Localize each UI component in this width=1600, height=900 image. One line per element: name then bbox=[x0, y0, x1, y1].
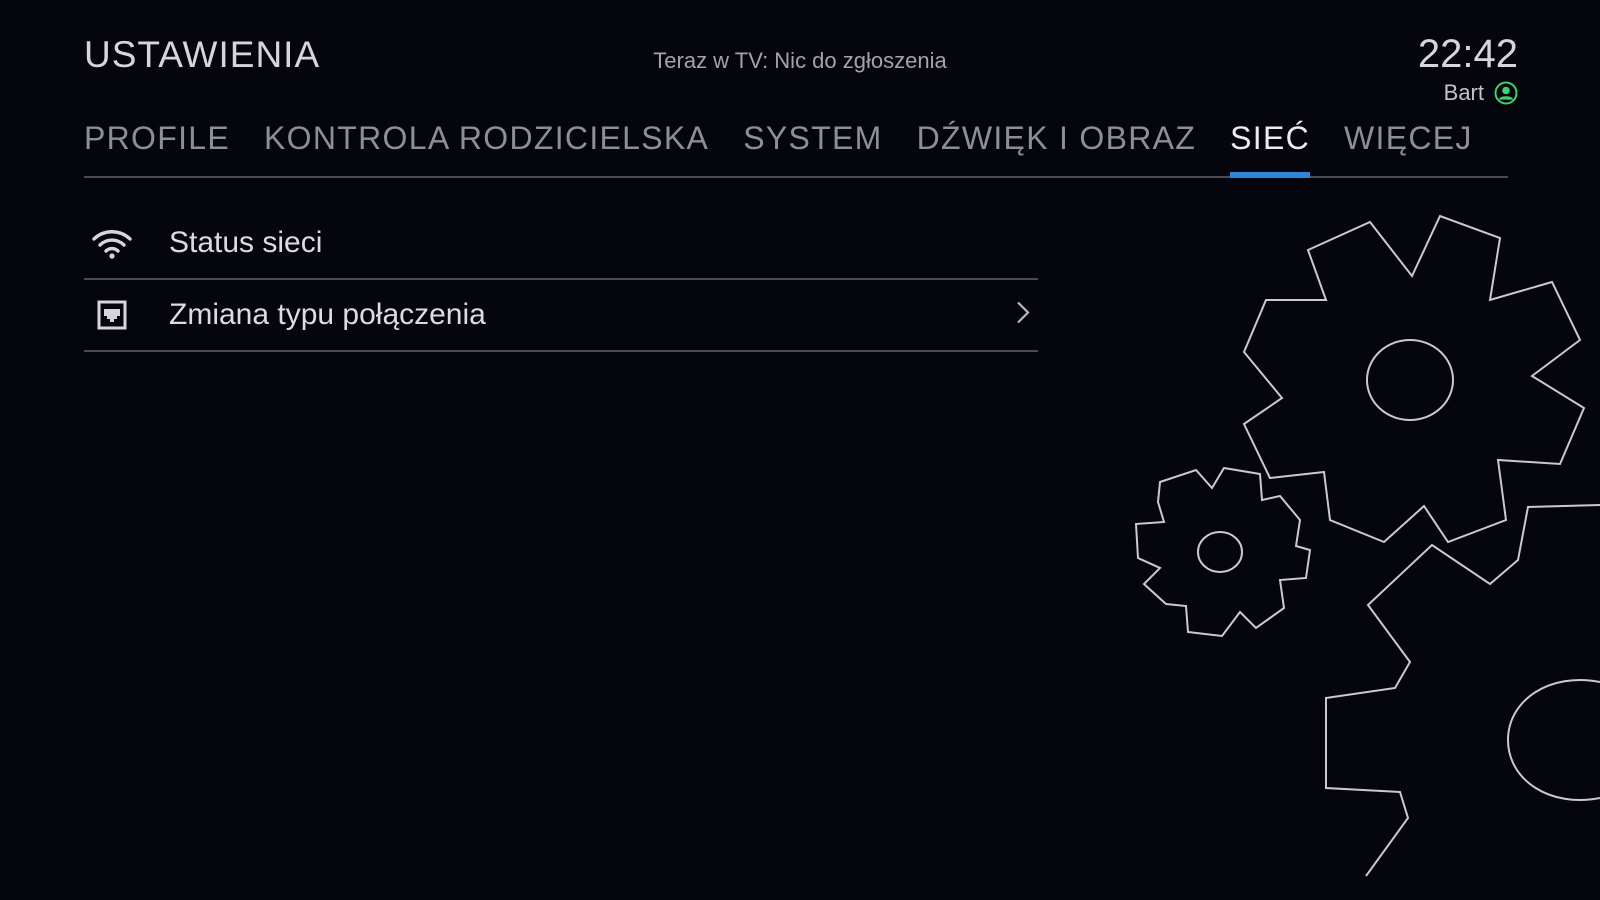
now-on-tv-info: Teraz w TV: Nic do zgłoszenia bbox=[653, 48, 947, 73]
menu-item-label: Status sieci bbox=[169, 226, 323, 259]
tab-sound-and-picture[interactable]: DŹWIĘK I OBRAZ bbox=[917, 112, 1197, 176]
ethernet-port-icon bbox=[84, 300, 140, 330]
user-avatar-icon bbox=[1494, 81, 1518, 105]
page-title: USTAWIENIA bbox=[84, 34, 321, 75]
user-profile[interactable]: Bart bbox=[1444, 80, 1518, 106]
chevron-right-icon bbox=[1016, 301, 1030, 330]
tab-parental-control[interactable]: KONTROLA RODZICIELSKA bbox=[264, 112, 709, 176]
gears-decoration-icon bbox=[1134, 214, 1600, 877]
network-menu: Status sieci Zmiana typu połączenia bbox=[84, 208, 1038, 352]
clock: 22:42 bbox=[1417, 32, 1518, 76]
tab-network[interactable]: SIEĆ bbox=[1230, 112, 1310, 178]
tab-more[interactable]: WIĘCEJ bbox=[1344, 112, 1473, 176]
wifi-icon bbox=[84, 227, 140, 259]
user-name: Bart bbox=[1443, 80, 1484, 105]
menu-item-label: Zmiana typu połączenia bbox=[169, 298, 486, 331]
menu-item-change-connection-type[interactable]: Zmiana typu połączenia bbox=[84, 280, 1038, 352]
settings-tabs: PROFILE KONTROLA RODZICIELSKA SYSTEM DŹW… bbox=[84, 112, 1508, 178]
settings-screen: USTAWIENIA Teraz w TV: Nic do zgłoszenia… bbox=[0, 0, 1600, 900]
tab-profile[interactable]: PROFILE bbox=[84, 112, 230, 176]
tab-system[interactable]: SYSTEM bbox=[743, 112, 882, 176]
menu-item-network-status[interactable]: Status sieci bbox=[84, 208, 1038, 280]
